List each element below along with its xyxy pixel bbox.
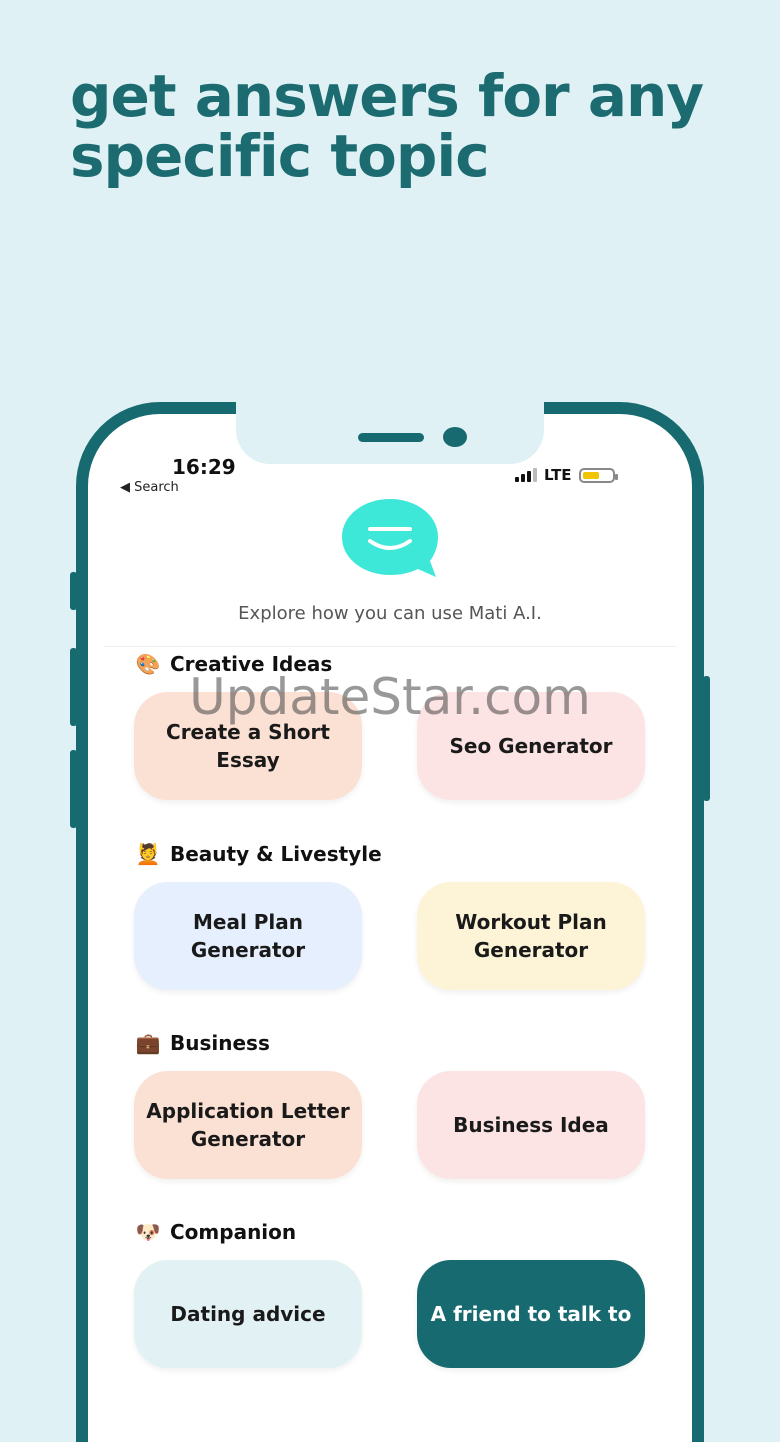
- phone-side-button: [70, 572, 77, 610]
- watermark: UpdateStar.com: [189, 668, 591, 726]
- card-application-letter-generator[interactable]: Application Letter Generator: [134, 1071, 362, 1179]
- phone-side-button: [70, 750, 77, 828]
- speaker-grill: [358, 433, 424, 442]
- card-workout-plan-generator[interactable]: Workout Plan Generator: [417, 882, 645, 990]
- headline-line-1: get answers for any: [70, 62, 704, 130]
- section-title-label: Business: [170, 1031, 270, 1055]
- battery-icon: [578, 467, 618, 483]
- card-business-idea[interactable]: Business Idea: [417, 1071, 645, 1179]
- headline-line-2: specific topic: [70, 122, 490, 190]
- app-subtitle: Explore how you can use Mati A.I.: [238, 603, 542, 624]
- status-time: 16:29: [172, 455, 236, 479]
- card-dating-advice[interactable]: Dating advice: [134, 1260, 362, 1368]
- section-title-label: Beauty & Livestyle: [170, 842, 382, 866]
- face-massage-icon: 💆: [135, 842, 161, 866]
- chat-bubble-smile-icon: [342, 499, 438, 577]
- section-title-label: Companion: [170, 1220, 297, 1244]
- card-friend-to-talk-to[interactable]: A friend to talk to: [417, 1260, 645, 1368]
- dog-face-icon: 🐶: [135, 1220, 161, 1244]
- section-title-beauty-livestyle: 💆 Beauty & Livestyle: [134, 842, 382, 866]
- card-meal-plan-generator[interactable]: Meal Plan Generator: [134, 882, 362, 990]
- section-title-business: 💼 Business: [134, 1031, 270, 1055]
- briefcase-icon: 💼: [135, 1031, 161, 1055]
- camera-icon: [443, 427, 467, 447]
- status-indicators: LTE: [515, 466, 618, 484]
- divider: [104, 646, 676, 647]
- signal-bars-icon: [515, 468, 537, 482]
- back-to-search-link[interactable]: ◀ Search: [120, 480, 179, 495]
- headline: get answers for any specific topic: [70, 66, 750, 186]
- section-title-companion: 🐶 Companion: [134, 1220, 297, 1244]
- network-label: LTE: [544, 466, 572, 484]
